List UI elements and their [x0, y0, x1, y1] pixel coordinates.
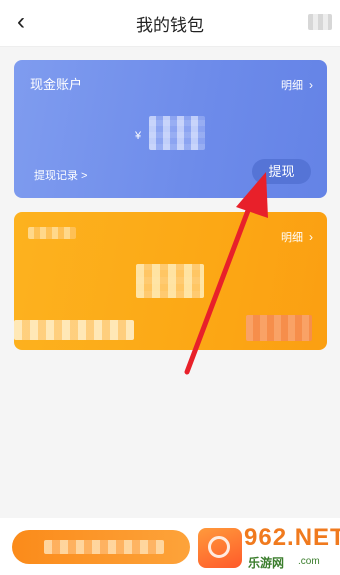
- watermark-logo-icon: [198, 528, 242, 568]
- cash-account-label: 现金账户: [30, 77, 83, 92]
- secondary-account-card: 明细 ›: [14, 212, 327, 350]
- detail-label: 明细: [281, 80, 303, 92]
- site-watermark: 962.NET 乐游网 .com: [198, 522, 340, 574]
- bottom-area: 962.NET 乐游网 .com: [0, 518, 340, 575]
- secondary-detail-link[interactable]: 明细 ›: [281, 229, 313, 245]
- redacted-header-action[interactable]: [308, 14, 332, 30]
- watermark-sub-text: 乐游网: [248, 556, 285, 570]
- cash-account-card: 现金账户 明细 › ¥ 提现记录 > 提现: [14, 60, 327, 198]
- redacted-secondary-balance: [136, 264, 204, 298]
- withdraw-button[interactable]: 提现: [252, 159, 311, 184]
- page-title: 我的钱包: [136, 16, 204, 35]
- redacted-balance: [149, 116, 205, 150]
- redacted-secondary-action[interactable]: [246, 315, 312, 341]
- top-bar: ‹ 我的钱包: [0, 0, 340, 47]
- watermark-main-text: 962.NET: [244, 524, 340, 551]
- chevron-right-icon: ›: [309, 78, 313, 92]
- redacted-secondary-info: [14, 320, 134, 340]
- detail-label: 明细: [281, 232, 303, 244]
- cash-detail-link[interactable]: 明细 ›: [281, 77, 313, 93]
- currency-symbol: ¥: [135, 130, 142, 142]
- watermark-domain-text: .com: [298, 556, 320, 567]
- chevron-right-icon: ›: [309, 230, 313, 244]
- withdraw-records-link[interactable]: 提现记录 >: [34, 167, 87, 183]
- redacted-button-label: [44, 540, 164, 554]
- bottom-action-button[interactable]: [12, 530, 190, 564]
- redacted-account-name: [28, 227, 76, 239]
